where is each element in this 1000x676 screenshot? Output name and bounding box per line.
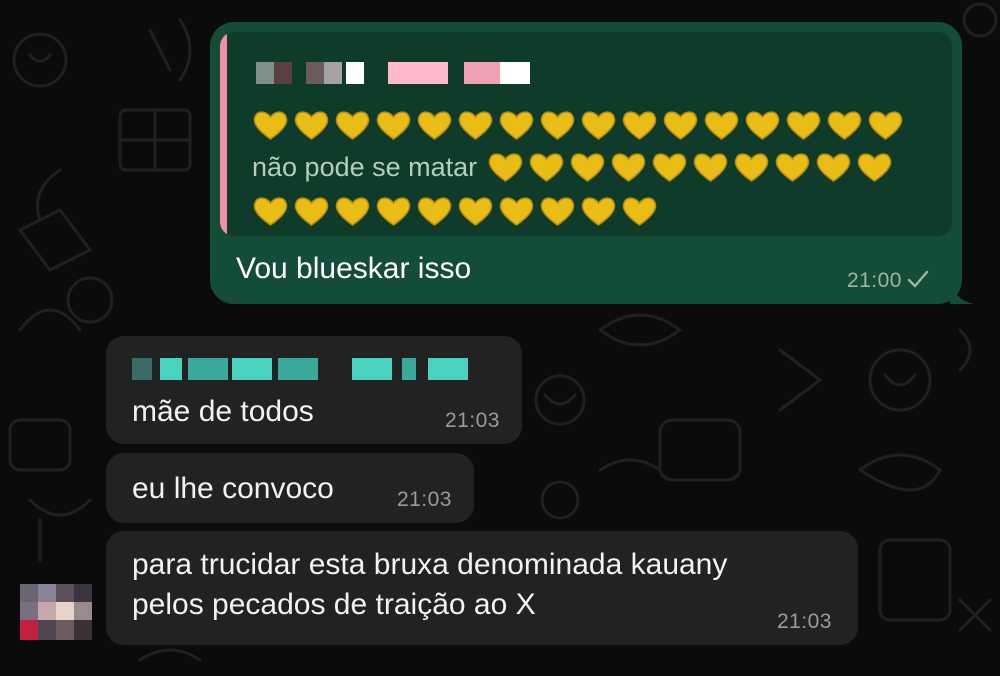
incoming-message-text: para trucidar esta bruxa denominada kaua… bbox=[132, 545, 727, 625]
message-timestamp: 21:03 bbox=[776, 610, 832, 633]
quoted-message[interactable]: não pode se matar bbox=[220, 32, 952, 236]
yellow-heart-icon bbox=[610, 151, 647, 183]
yellow-heart-icon bbox=[252, 109, 289, 141]
yellow-heart-icon bbox=[539, 195, 576, 227]
yellow-heart-icon bbox=[785, 109, 822, 141]
yellow-heart-icon bbox=[569, 151, 606, 183]
outgoing-message-bubble[interactable]: não pode se matar Vou blueskar isso 21:0… bbox=[210, 22, 974, 304]
yellow-heart-icon bbox=[774, 151, 811, 183]
incoming-message-text: eu lhe convoco bbox=[132, 472, 334, 505]
yellow-heart-icon bbox=[498, 109, 535, 141]
yellow-heart-icon bbox=[375, 195, 412, 227]
yellow-heart-icon bbox=[416, 195, 453, 227]
message-timestamp: 21:03 bbox=[396, 488, 452, 511]
sender-avatar[interactable] bbox=[20, 584, 92, 640]
yellow-heart-icon bbox=[580, 109, 617, 141]
message-timestamp: 21:03 bbox=[444, 409, 500, 432]
message-line: para trucidar esta bruxa denominada kaua… bbox=[132, 548, 728, 581]
incoming-message-bubble[interactable]: eu lhe convoco 21:03 bbox=[106, 453, 474, 523]
yellow-heart-icon bbox=[416, 109, 453, 141]
yellow-heart-icon bbox=[867, 109, 904, 141]
yellow-heart-icon bbox=[692, 151, 729, 183]
single-check-icon bbox=[907, 270, 929, 288]
incoming-message-bubble[interactable]: mãe de todos 21:03 bbox=[106, 336, 522, 444]
yellow-heart-icon bbox=[826, 109, 863, 141]
yellow-heart-icon bbox=[252, 195, 289, 227]
yellow-heart-icon bbox=[539, 109, 576, 141]
incoming-message-bubble[interactable]: para trucidar esta bruxa denominada kaua… bbox=[106, 531, 858, 645]
outgoing-message-text: Vou blueskar isso bbox=[236, 252, 472, 285]
yellow-heart-icon bbox=[733, 151, 770, 183]
incoming-message-text: mãe de todos bbox=[132, 395, 314, 428]
yellow-heart-icon bbox=[375, 109, 412, 141]
yellow-heart-icon bbox=[662, 109, 699, 141]
quoted-message-words: não pode se matar bbox=[252, 151, 478, 182]
yellow-heart-icon bbox=[744, 109, 781, 141]
yellow-heart-icon bbox=[457, 109, 494, 141]
message-timestamp: 21:00 bbox=[846, 269, 902, 292]
yellow-heart-icon bbox=[293, 195, 330, 227]
yellow-heart-icon bbox=[293, 109, 330, 141]
yellow-heart-icon bbox=[334, 195, 371, 227]
yellow-heart-icon bbox=[457, 195, 494, 227]
yellow-heart-icon bbox=[528, 151, 565, 183]
yellow-heart-icon bbox=[621, 195, 658, 227]
quoted-sender-name-redacted bbox=[256, 62, 536, 86]
yellow-heart-icon bbox=[334, 109, 371, 141]
quote-accent-bar bbox=[220, 32, 227, 236]
quoted-message-text: não pode se matar bbox=[252, 102, 932, 230]
yellow-heart-icon bbox=[856, 151, 893, 183]
yellow-heart-icon bbox=[621, 109, 658, 141]
yellow-heart-icon bbox=[487, 151, 524, 183]
message-line: pelos pecados de traição ao X bbox=[132, 588, 536, 621]
yellow-heart-icon bbox=[651, 151, 688, 183]
sender-name-redacted bbox=[132, 358, 482, 380]
bubble-tail bbox=[950, 280, 974, 304]
yellow-heart-icon bbox=[815, 151, 852, 183]
yellow-heart-icon bbox=[580, 195, 617, 227]
yellow-heart-icon bbox=[703, 109, 740, 141]
yellow-heart-icon bbox=[498, 195, 535, 227]
